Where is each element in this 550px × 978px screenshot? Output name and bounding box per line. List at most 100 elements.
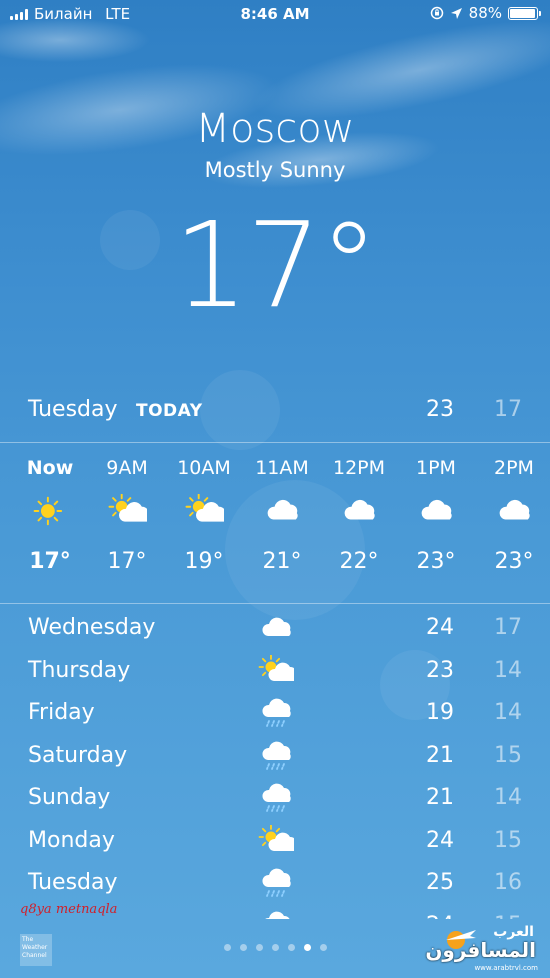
- hourly-temp: 17°: [107, 549, 147, 574]
- today-high: 23: [426, 397, 454, 422]
- divider: [0, 603, 550, 604]
- rain-icon: [262, 741, 291, 770]
- today-low: 17: [494, 397, 522, 422]
- weather-condition: Mostly Sunny: [204, 158, 346, 182]
- rain-icon: [262, 698, 291, 727]
- hourly-icon: [324, 493, 394, 529]
- daily-day: Sunday: [28, 785, 111, 810]
- cloud-icon: [262, 617, 291, 636]
- partly-sunny-icon: [185, 494, 224, 522]
- daily-row: Monday 24 15: [0, 820, 550, 862]
- hourly-time: 11AM: [255, 457, 309, 479]
- hourly-icon: [247, 493, 317, 529]
- watermark: q8ya metnaqla: [20, 902, 118, 917]
- daily-low: 15: [488, 913, 528, 920]
- hourly-time: 1PM: [416, 457, 456, 479]
- today-label: TODAY: [136, 401, 203, 421]
- daily-low: 15: [494, 827, 522, 853]
- daily-icon: [256, 824, 296, 858]
- battery-percent: 88%: [468, 4, 502, 22]
- hourly-temp: 17°: [29, 549, 71, 574]
- hourly-item: 1PM 23°: [401, 455, 471, 574]
- hourly-time: 12PM: [332, 457, 386, 479]
- hourly-icon: [479, 493, 549, 529]
- sun-icon: [33, 496, 63, 526]
- site-logo: العرب المسافرون www.arabtrvl.com: [425, 920, 544, 978]
- daily-high: 21: [426, 742, 454, 768]
- hourly-item: 12PM 22°: [324, 455, 394, 574]
- daily-high: 23: [426, 657, 454, 683]
- hourly-temp: 23°: [494, 549, 534, 574]
- site-logo-line2: المسافرون: [425, 938, 536, 962]
- daily-day: Monday: [28, 827, 115, 853]
- daily-icon: [256, 909, 296, 919]
- cloud-icon: [421, 499, 452, 520]
- daily-icon: [256, 781, 296, 815]
- daily-high: 24: [426, 615, 454, 640]
- page-dot[interactable]: [271, 944, 279, 951]
- hourly-item: 10AM 19°: [169, 455, 239, 574]
- partly-sunny-icon: [258, 654, 294, 681]
- cloud-icon: [499, 499, 530, 520]
- rain-icon: [262, 868, 291, 897]
- daily-row: Wednesday 24 17: [0, 607, 550, 649]
- daily-day: Thursday: [28, 657, 131, 683]
- daily-row: Saturday 21 15: [0, 735, 550, 777]
- battery-icon: [508, 6, 541, 20]
- daily-icon: [256, 654, 296, 688]
- rain-icon: [262, 783, 291, 812]
- daily-forecast[interactable]: Wednesday 24 17 Thursday 23 14 Friday 19 14 Satur…: [0, 607, 550, 919]
- site-url: www.arabtrvl.com: [474, 964, 538, 972]
- hourly-icon: [92, 493, 162, 529]
- rain-icon: [264, 911, 290, 919]
- daily-day: Wednesday: [28, 615, 156, 640]
- hourly-icon: [15, 493, 85, 529]
- daily-low: 14: [494, 657, 522, 683]
- daily-icon: [256, 739, 296, 773]
- daily-icon: [256, 866, 296, 900]
- daily-high: 25: [426, 870, 454, 895]
- bottom-bar: The Weather Channel العرب المسافرون www.…: [0, 920, 550, 978]
- daily-low: 17: [494, 615, 522, 640]
- status-right: 88%: [430, 4, 541, 22]
- page-dot[interactable]: [239, 944, 247, 951]
- page-dot[interactable]: [319, 944, 327, 951]
- current-temperature: 17°: [173, 196, 378, 334]
- hourly-time: 10AM: [177, 457, 231, 479]
- daily-day: Tuesday: [28, 870, 118, 895]
- daily-high: 24: [426, 827, 454, 853]
- hourly-icon: [401, 493, 471, 529]
- page-dot[interactable]: [223, 944, 231, 951]
- page-dot[interactable]: [303, 944, 311, 951]
- hourly-temp: 19°: [184, 549, 224, 574]
- hourly-time: 9AM: [106, 457, 148, 479]
- daily-row: Tuesday 25 16: [0, 862, 550, 904]
- daily-high: 24: [420, 913, 460, 920]
- divider: [0, 442, 550, 443]
- daily-high: 21: [426, 785, 454, 810]
- today-summary: Tuesday TODAY 23 17: [0, 395, 550, 429]
- hourly-item: 11AM 21°: [247, 455, 317, 574]
- page-dot[interactable]: [287, 944, 295, 951]
- status-bar: Билайн LTE 8:46 AM 88%: [0, 0, 550, 30]
- cloud-icon: [344, 499, 375, 520]
- daily-low: 14: [494, 785, 522, 810]
- daily-row: Thursday 23 14: [0, 650, 550, 692]
- hourly-time: Now: [26, 457, 74, 479]
- city-name: Moscow: [195, 106, 355, 152]
- daily-day: Friday: [28, 700, 95, 725]
- partly-sunny-icon: [108, 494, 147, 522]
- today-day: Tuesday: [28, 397, 118, 422]
- hourly-item: 2PM 23°: [479, 455, 549, 574]
- hourly-time: 2PM: [494, 457, 534, 479]
- battery-fill: [510, 8, 535, 18]
- hourly-item: 9AM 17°: [92, 455, 162, 574]
- hourly-temp: 22°: [339, 549, 379, 574]
- page-dot[interactable]: [255, 944, 263, 951]
- hourly-forecast[interactable]: Now 17° 9AM 17° 10AM 19° 11AM 21° 12PM 22° 1PM 23° 2…: [0, 455, 550, 590]
- daily-low: 14: [494, 700, 522, 725]
- daily-low: 16: [494, 870, 522, 895]
- daily-icon: [256, 611, 296, 645]
- cloud-icon: [267, 499, 298, 520]
- hourly-item: Now 17°: [15, 455, 85, 574]
